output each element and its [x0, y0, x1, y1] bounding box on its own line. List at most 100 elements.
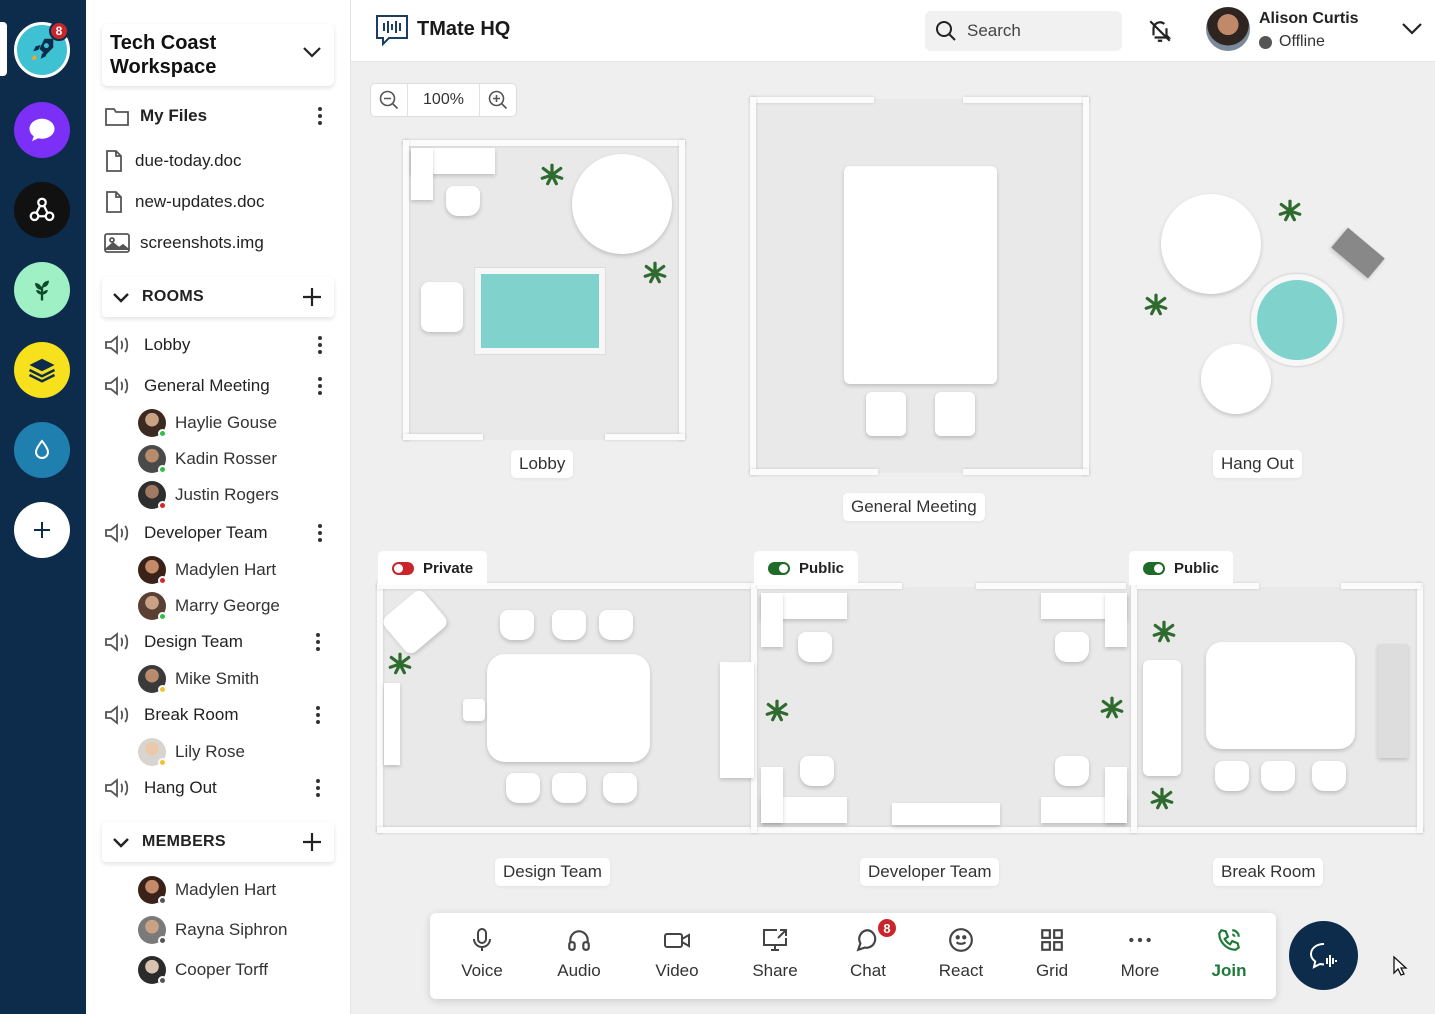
- folder-icon: [105, 108, 129, 126]
- member-item[interactable]: Madylen Hart: [138, 875, 328, 905]
- avatar: [138, 916, 167, 945]
- document-icon: [106, 191, 122, 213]
- avatar: [138, 409, 167, 438]
- file-item[interactable]: screenshots.img: [104, 228, 334, 258]
- react-button[interactable]: React: [921, 927, 1001, 989]
- room-member[interactable]: Mike Smith: [138, 664, 328, 694]
- room-privacy-tag[interactable]: Public: [754, 551, 859, 585]
- more-label: More: [1120, 961, 1160, 980]
- voice-button[interactable]: Voice: [442, 927, 522, 989]
- room-item-design-team[interactable]: Design Team: [104, 627, 334, 657]
- room-options-button[interactable]: [312, 374, 328, 398]
- avatar: [138, 445, 167, 474]
- room-item-general-meeting[interactable]: General Meeting: [104, 371, 334, 401]
- add-app-button[interactable]: [14, 502, 70, 558]
- grid-button[interactable]: Grid: [1012, 927, 1092, 989]
- room-member[interactable]: Madylen Hart: [138, 555, 328, 585]
- notifications-muted-icon[interactable]: [1147, 18, 1173, 44]
- room-options-button[interactable]: [310, 776, 326, 800]
- private-toggle[interactable]: [392, 561, 414, 575]
- chevron-down-icon[interactable]: [112, 292, 130, 303]
- my-files-item[interactable]: My Files: [104, 101, 334, 131]
- rocket-app-button[interactable]: 8: [14, 21, 70, 78]
- members-section-header[interactable]: MEMBERS: [102, 822, 334, 862]
- hq-logo-icon: [376, 15, 408, 46]
- room-privacy-tag[interactable]: Public: [1129, 551, 1234, 585]
- room-options-button[interactable]: [312, 333, 328, 357]
- join-button[interactable]: Join: [1189, 927, 1269, 989]
- member-item[interactable]: Rayna Siphron: [138, 915, 328, 945]
- public-toggle[interactable]: [768, 561, 790, 575]
- room-item-developer-team[interactable]: Developer Team: [104, 518, 334, 548]
- search-input[interactable]: [967, 21, 1107, 41]
- my-files-label: My Files: [140, 106, 208, 125]
- add-member-icon[interactable]: [302, 832, 322, 852]
- video-label: Video: [655, 961, 699, 980]
- room-options-button[interactable]: [310, 703, 326, 727]
- room-privacy-tag[interactable]: Private: [378, 551, 488, 585]
- my-files-options-button[interactable]: [312, 104, 328, 128]
- share-button[interactable]: Share: [735, 927, 815, 989]
- avatar: [138, 481, 167, 510]
- app-rail: 8: [0, 0, 86, 1014]
- member-name: Madylen Hart: [175, 560, 277, 579]
- chevron-down-icon[interactable]: [1401, 22, 1423, 35]
- chevron-down-icon[interactable]: [302, 46, 322, 58]
- droplet-app-button[interactable]: [14, 422, 70, 478]
- headphones-icon: [568, 930, 590, 951]
- screen-share-icon: [763, 929, 787, 951]
- audio-button[interactable]: Audio: [539, 927, 619, 989]
- plant-icon: [35, 280, 49, 301]
- room-options-button[interactable]: [312, 521, 328, 545]
- room-item-hang-out[interactable]: Hang Out: [104, 773, 334, 803]
- search-box[interactable]: [925, 11, 1122, 51]
- member-item[interactable]: Cooper Torff: [138, 955, 328, 985]
- plant-app-button[interactable]: [14, 262, 70, 318]
- video-button[interactable]: Video: [637, 927, 717, 989]
- avatar: [138, 876, 167, 905]
- room-name: Break Room: [144, 705, 239, 724]
- office-map: 100% Lobby General Meeting Hang Out Priv…: [351, 62, 1435, 1014]
- room-member[interactable]: Justin Rogers: [138, 480, 328, 510]
- member-name: Lily Rose: [175, 742, 245, 761]
- layers-app-button[interactable]: [14, 342, 70, 398]
- room-options-button[interactable]: [310, 630, 326, 654]
- join-label: Join: [1211, 961, 1247, 980]
- webhook-app-button[interactable]: [14, 182, 70, 238]
- chat-app-button[interactable]: [14, 102, 70, 158]
- add-room-icon[interactable]: [302, 287, 322, 307]
- voice-label: Voice: [461, 961, 503, 980]
- avatar: [138, 592, 167, 621]
- file-name: new-updates.doc: [135, 192, 265, 211]
- chat-launcher-button[interactable]: [1289, 921, 1358, 990]
- room-member[interactable]: Marry George: [138, 591, 328, 621]
- tag-label: Private: [423, 559, 474, 577]
- user-avatar[interactable]: [1206, 7, 1250, 51]
- room-label-hang-out: Hang Out: [1213, 450, 1302, 478]
- workspace-selector[interactable]: Tech Coast Workspace: [102, 24, 334, 86]
- file-name: due-today.doc: [135, 151, 242, 170]
- chat-button[interactable]: 8 Chat: [828, 917, 908, 989]
- room-item-break-room[interactable]: Break Room: [104, 700, 334, 730]
- chevron-down-icon[interactable]: [112, 837, 130, 848]
- room-item-lobby[interactable]: Lobby: [104, 330, 334, 360]
- file-item[interactable]: due-today.doc: [104, 146, 334, 176]
- zoom-in-button[interactable]: [480, 84, 516, 116]
- more-button[interactable]: More: [1100, 927, 1180, 989]
- user-status[interactable]: Offline: [1259, 33, 1325, 51]
- room-member[interactable]: Kadin Rosser: [138, 444, 328, 474]
- rocket-icon: [32, 38, 54, 60]
- zoom-out-button[interactable]: [371, 84, 407, 116]
- room-name: General Meeting: [144, 376, 270, 395]
- public-toggle[interactable]: [1143, 561, 1165, 575]
- tag-label: Public: [799, 559, 845, 577]
- member-name: Cooper Torff: [175, 960, 268, 979]
- room-name: Hang Out: [144, 778, 217, 797]
- room-member[interactable]: Haylie Gouse: [138, 408, 328, 438]
- member-name: Rayna Siphron: [175, 920, 288, 939]
- file-item[interactable]: new-updates.doc: [104, 187, 334, 217]
- room-member[interactable]: Lily Rose: [138, 737, 328, 767]
- rooms-section-header[interactable]: ROOMS: [102, 277, 334, 317]
- chat-label: Chat: [850, 961, 886, 980]
- app-root: 8 Tech Coast Workspace My Files due-toda…: [0, 0, 1435, 1014]
